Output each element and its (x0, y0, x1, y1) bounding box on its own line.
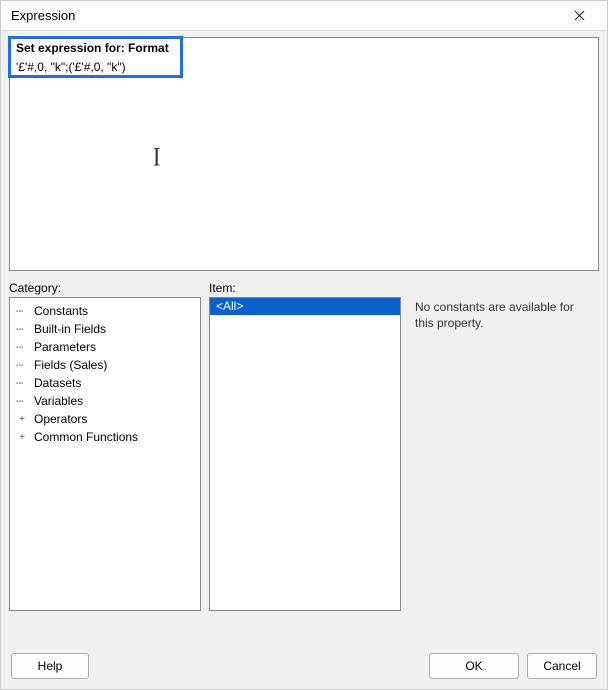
work-area: Set expression for: Format I Category: ⋯… (1, 31, 607, 643)
item-label: Item: (209, 281, 401, 295)
tree-item-parameters[interactable]: ⋯ Parameters (12, 338, 198, 356)
category-column: Category: ⋯ Constants ⋯ Built-in Fields … (9, 281, 201, 611)
dialog-footer: Help OK Cancel (1, 643, 607, 689)
ok-button[interactable]: OK (429, 653, 519, 679)
category-tree[interactable]: ⋯ Constants ⋯ Built-in Fields ⋯ Paramete… (9, 297, 201, 611)
tree-branch-icon: ⋯ (16, 394, 34, 408)
expand-icon[interactable]: + (16, 432, 28, 443)
tree-item-common-functions[interactable]: + Common Functions (12, 428, 198, 446)
expression-textarea[interactable] (10, 57, 598, 270)
cancel-button[interactable]: Cancel (527, 653, 597, 679)
tree-item-builtin-fields[interactable]: ⋯ Built-in Fields (12, 320, 198, 338)
editor-header-label: Set expression for: Format (10, 38, 598, 57)
tree-item-constants[interactable]: ⋯ Constants (12, 302, 198, 320)
lower-panels: Category: ⋯ Constants ⋯ Built-in Fields … (9, 281, 599, 611)
tree-branch-icon: ⋯ (16, 304, 34, 318)
help-button[interactable]: Help (11, 653, 89, 679)
item-row-label: <All> (216, 299, 243, 313)
tree-item-fields-sales[interactable]: ⋯ Fields (Sales) (12, 356, 198, 374)
expression-dialog: Expression Set expression for: Format I … (0, 0, 608, 690)
item-listbox[interactable]: <All> (209, 297, 401, 611)
tree-branch-icon: ⋯ (16, 358, 34, 372)
tree-branch-icon: ⋯ (16, 322, 34, 336)
description-column: No constants are available for this prop… (409, 281, 599, 611)
tree-item-operators[interactable]: + Operators (12, 410, 198, 428)
expand-icon[interactable]: + (16, 414, 28, 425)
tree-item-variables[interactable]: ⋯ Variables (12, 392, 198, 410)
item-column: Item: <All> (209, 281, 401, 611)
close-icon (574, 10, 585, 21)
item-row-all[interactable]: <All> (210, 298, 400, 315)
titlebar: Expression (1, 1, 607, 31)
close-button[interactable] (559, 2, 599, 30)
expression-editor: Set expression for: Format I (9, 37, 599, 271)
category-label: Category: (9, 281, 201, 295)
tree-branch-icon: ⋯ (16, 376, 34, 390)
tree-item-datasets[interactable]: ⋯ Datasets (12, 374, 198, 392)
tree-branch-icon: ⋯ (16, 340, 34, 354)
description-text: No constants are available for this prop… (415, 299, 593, 331)
window-title: Expression (11, 8, 559, 23)
